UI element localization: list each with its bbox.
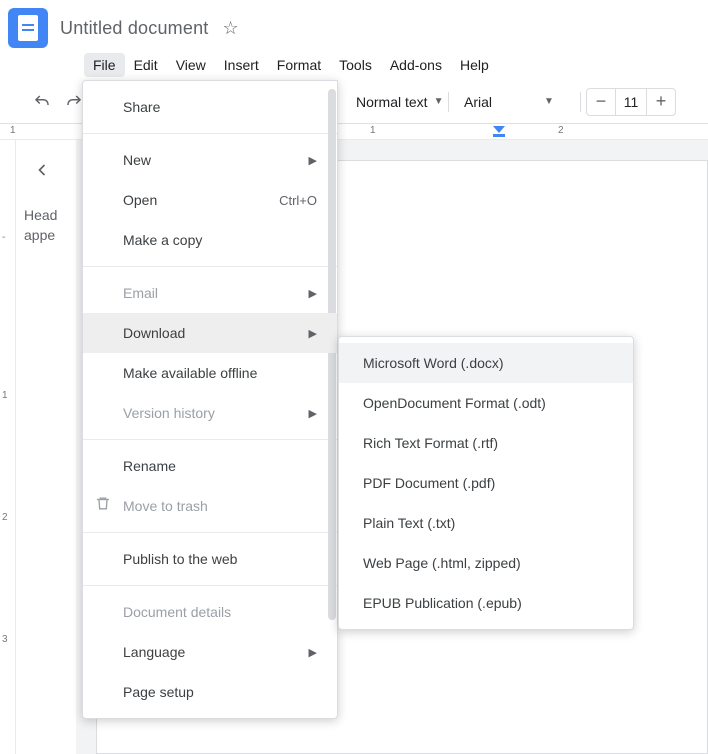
download-epub[interactable]: EPUB Publication (.epub): [339, 583, 633, 623]
chevron-down-icon: ▼: [544, 96, 554, 107]
menubar: File Edit View Insert Format Tools Add-o…: [0, 50, 708, 80]
docs-app-icon[interactable]: [8, 8, 48, 48]
menu-insert[interactable]: Insert: [215, 53, 268, 77]
vruler-label: 2: [2, 512, 8, 523]
submenu-arrow-icon: ▶: [309, 327, 317, 340]
outline-panel: Head appe: [16, 140, 76, 754]
menu-tools[interactable]: Tools: [330, 53, 381, 77]
ruler-label: 1: [370, 125, 376, 136]
menu-document-details[interactable]: Document details: [83, 592, 337, 632]
chevron-down-icon: ▼: [434, 96, 444, 107]
undo-button[interactable]: [28, 88, 56, 116]
star-icon[interactable]: ☆: [222, 19, 238, 37]
paragraph-style-label: Normal text: [356, 94, 428, 110]
menu-email[interactable]: Email▶: [83, 273, 337, 313]
menu-separator: [83, 439, 337, 440]
submenu-arrow-icon: ▶: [309, 287, 317, 300]
trash-icon: [95, 496, 111, 517]
menu-version-history[interactable]: Version history▶: [83, 393, 337, 433]
vruler-label: -: [2, 232, 5, 243]
menu-new[interactable]: New▶: [83, 140, 337, 180]
submenu-arrow-icon: ▶: [309, 407, 317, 420]
download-txt[interactable]: Plain Text (.txt): [339, 503, 633, 543]
indent-marker-icon[interactable]: [493, 126, 505, 138]
document-title[interactable]: Untitled document: [60, 18, 208, 39]
submenu-arrow-icon: ▶: [309, 154, 317, 167]
download-pdf[interactable]: PDF Document (.pdf): [339, 463, 633, 503]
font-size-increase[interactable]: +: [647, 88, 675, 116]
download-submenu: Microsoft Word (.docx) OpenDocument Form…: [338, 336, 634, 630]
download-html[interactable]: Web Page (.html, zipped): [339, 543, 633, 583]
menu-make-available-offline[interactable]: Make available offline: [83, 353, 337, 393]
ruler-label: 2: [558, 125, 564, 136]
menu-language[interactable]: Language▶: [83, 632, 337, 672]
download-odt[interactable]: OpenDocument Format (.odt): [339, 383, 633, 423]
menu-edit[interactable]: Edit: [125, 53, 167, 77]
font-family-label: Arial: [464, 94, 492, 110]
menu-share[interactable]: Share: [83, 87, 337, 127]
font-family-dropdown[interactable]: Arial ▼: [456, 88, 562, 116]
vruler-label: 3: [2, 634, 8, 645]
outline-collapse-button[interactable]: [24, 152, 60, 188]
menu-separator: [83, 133, 337, 134]
menu-separator: [83, 585, 337, 586]
menu-separator: [83, 266, 337, 267]
toolbar-separator: [580, 92, 581, 112]
menu-format[interactable]: Format: [268, 53, 330, 77]
menu-publish-web[interactable]: Publish to the web: [83, 539, 337, 579]
menu-help[interactable]: Help: [451, 53, 498, 77]
titlebar: Untitled document ☆: [0, 0, 708, 50]
download-docx[interactable]: Microsoft Word (.docx): [339, 343, 633, 383]
file-menu-dropdown: Share New▶ OpenCtrl+O Make a copy Email▶…: [82, 80, 338, 719]
menu-addons[interactable]: Add-ons: [381, 53, 451, 77]
menu-move-to-trash[interactable]: Move to trash: [83, 486, 337, 526]
menu-view[interactable]: View: [167, 53, 215, 77]
download-rtf[interactable]: Rich Text Format (.rtf): [339, 423, 633, 463]
paragraph-style-dropdown[interactable]: Normal text ▼: [348, 88, 451, 116]
toolbar-separator: [448, 92, 449, 112]
docs-glyph: [18, 15, 38, 41]
menu-file[interactable]: File: [84, 53, 125, 77]
outline-placeholder: Head appe: [24, 206, 68, 245]
menu-page-setup[interactable]: Page setup: [83, 672, 337, 712]
menu-rename[interactable]: Rename: [83, 446, 337, 486]
menu-make-copy[interactable]: Make a copy: [83, 220, 337, 260]
font-size-decrease[interactable]: −: [587, 88, 615, 116]
vruler-label: 1: [2, 390, 8, 401]
ruler-label: 1: [10, 125, 16, 136]
font-size-control: − 11 +: [586, 88, 676, 116]
vertical-ruler[interactable]: - 1 2 3: [0, 140, 16, 754]
shortcut-label: Ctrl+O: [279, 193, 317, 208]
menu-download[interactable]: Download▶: [83, 313, 337, 353]
font-size-value[interactable]: 11: [615, 88, 647, 116]
menu-separator: [83, 532, 337, 533]
menu-open[interactable]: OpenCtrl+O: [83, 180, 337, 220]
submenu-arrow-icon: ▶: [309, 646, 317, 659]
